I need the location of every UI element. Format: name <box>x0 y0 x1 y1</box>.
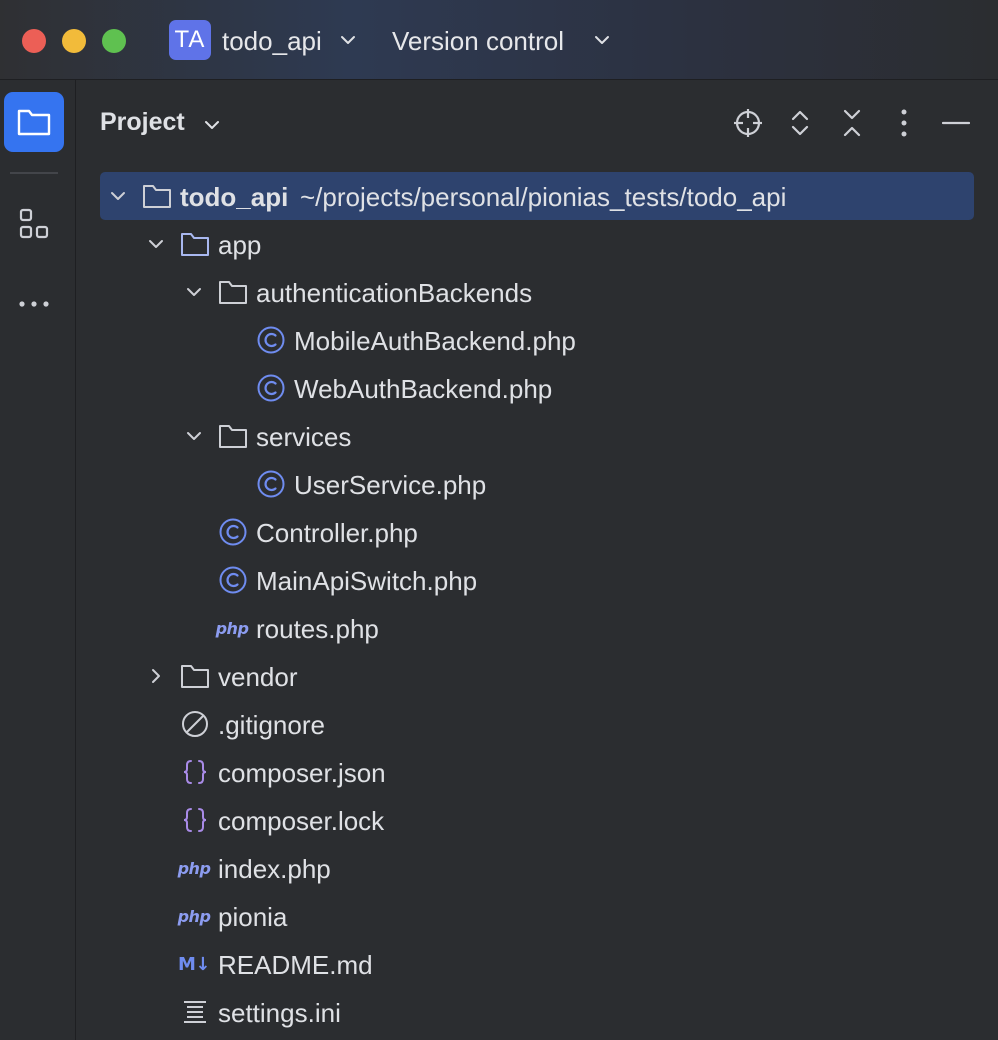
json-braces-icon <box>180 758 210 786</box>
folder-icon <box>17 109 51 136</box>
tree-file-row[interactable]: composer.json <box>100 748 974 796</box>
php-class-icon <box>256 374 286 402</box>
tool-window-strip <box>0 80 76 1040</box>
folder-icon <box>218 422 248 450</box>
tree-item-label: composer.lock <box>218 806 385 836</box>
divider <box>10 172 58 174</box>
php-icon-text: php <box>215 618 249 638</box>
tree-item-label: settings.ini <box>218 998 341 1028</box>
text-file-icon <box>180 998 210 1026</box>
project-tool-button[interactable] <box>4 92 64 152</box>
tree-folder-row[interactable]: services <box>100 412 974 460</box>
tree-file-row[interactable]: php routes.php <box>100 604 974 652</box>
tree-item-label: Controller.php <box>256 518 418 548</box>
php-class-icon <box>218 518 248 546</box>
tree-file-row[interactable]: UserService.php <box>100 460 974 508</box>
tree-item-label: vendor <box>218 662 298 692</box>
chevron-down-icon[interactable] <box>184 282 204 302</box>
php-class-icon <box>218 566 248 594</box>
panel-title[interactable]: Project <box>100 108 185 137</box>
tree-item-label: routes.php <box>256 614 379 644</box>
folder-icon <box>180 662 210 690</box>
tree-item-label: MainApiSwitch.php <box>256 566 478 596</box>
chevron-down-icon[interactable] <box>146 234 166 254</box>
chevron-down-icon[interactable] <box>184 426 204 446</box>
locate-icon <box>734 109 762 137</box>
chevron-down-icon[interactable] <box>202 115 222 135</box>
php-class-icon <box>256 326 286 354</box>
panel-title-label: Project <box>100 108 185 136</box>
hide-icon <box>942 121 970 125</box>
folder-icon <box>180 230 210 258</box>
chevron-down-icon[interactable] <box>108 186 128 206</box>
tree-folder-row[interactable]: todo_api ~/projects/personal/pionias_test… <box>100 172 974 220</box>
php-class-icon <box>256 470 286 498</box>
chevron-down-icon[interactable] <box>338 30 358 50</box>
ignore-file-icon <box>180 710 210 738</box>
collapse-all-button[interactable] <box>834 105 870 141</box>
tree-item-path: ~/projects/personal/pionias_tests/todo_a… <box>300 182 787 212</box>
collapse-all-icon <box>843 109 861 137</box>
tree-file-row[interactable]: php pionia <box>100 892 974 940</box>
tree-item-label: index.php <box>218 854 331 884</box>
tree-file-row[interactable]: M↓ README.md <box>100 940 974 988</box>
folder-icon <box>142 182 172 210</box>
php-icon-text: php <box>177 906 211 926</box>
tree-item-label: composer.json <box>218 758 386 788</box>
tree-file-row[interactable]: WebAuthBackend.php <box>100 364 974 412</box>
tree-item-label: app <box>218 230 262 260</box>
version-control-menu[interactable]: Version control <box>392 26 564 57</box>
chevron-right-icon[interactable] <box>146 666 166 686</box>
tree-item-label: services <box>256 422 352 452</box>
expand-all-button[interactable] <box>782 105 818 141</box>
tree-file-row[interactable]: MobileAuthBackend.php <box>100 316 974 364</box>
tree-folder-row[interactable]: app <box>100 220 974 268</box>
tree-item-label: pionia <box>218 902 288 932</box>
tree-folder-row[interactable]: authenticationBackends <box>100 268 974 316</box>
php-file-icon: php <box>214 614 250 642</box>
project-switcher[interactable]: todo_api <box>222 26 322 57</box>
tree-file-row[interactable]: settings.ini <box>100 988 974 1036</box>
tree-file-row[interactable]: MainApiSwitch.php <box>100 556 974 604</box>
tree-file-row[interactable]: php index.php <box>100 844 974 892</box>
project-tree: todo_api ~/projects/personal/pionias_test… <box>100 172 974 1036</box>
tree-item-label: WebAuthBackend.php <box>294 374 553 404</box>
hide-panel-button[interactable] <box>938 105 974 141</box>
tree-item-label: MobileAuthBackend.php <box>294 326 576 356</box>
more-vertical-icon <box>901 109 907 137</box>
more-tools-button[interactable] <box>14 284 54 324</box>
window-maximize-button[interactable] <box>102 29 126 53</box>
title-bar: TA todo_api Version control <box>0 0 998 80</box>
tree-item-label: README.md <box>218 950 373 980</box>
markdown-icon-text: M↓ <box>178 953 211 975</box>
folder-icon <box>218 278 248 306</box>
tree-file-row[interactable]: Controller.php <box>100 508 974 556</box>
locate-button[interactable] <box>730 105 766 141</box>
window-minimize-button[interactable] <box>62 29 86 53</box>
php-file-icon: php <box>176 902 212 930</box>
more-horizontal-icon <box>19 301 49 307</box>
tree-file-row[interactable]: composer.lock <box>100 796 974 844</box>
chevron-down-icon[interactable] <box>592 30 612 50</box>
expand-all-icon <box>791 110 809 136</box>
tree-item-label: authenticationBackends <box>256 278 533 308</box>
json-braces-icon <box>180 806 210 834</box>
tree-folder-row[interactable]: vendor <box>100 652 974 700</box>
tree-file-row[interactable]: .gitignore <box>100 700 974 748</box>
markdown-icon: M↓ <box>176 950 212 978</box>
tree-item-label: UserService.php <box>294 470 487 500</box>
project-badge[interactable]: TA <box>169 20 211 60</box>
tree-item-label: .gitignore <box>218 710 325 740</box>
window-close-button[interactable] <box>22 29 46 53</box>
php-icon-text: php <box>177 858 211 878</box>
tree-item-label: todo_api <box>180 182 289 212</box>
structure-tool-button[interactable] <box>14 204 54 244</box>
php-file-icon: php <box>176 854 212 882</box>
options-button[interactable] <box>886 105 922 141</box>
structure-icon <box>19 208 49 239</box>
